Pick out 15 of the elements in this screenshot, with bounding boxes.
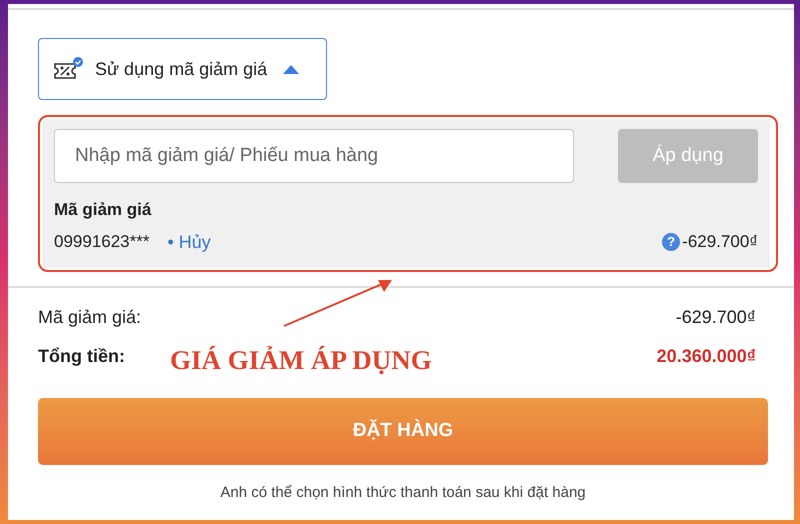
summary-label: Tổng tiền: — [38, 344, 125, 368]
summary-value: 20.360.000₫ — [656, 344, 756, 368]
discount-amount: -629.700₫ — [682, 231, 758, 254]
annotation-text: GIÁ GIẢM ÁP DỤNG — [170, 344, 432, 376]
summary-value: -629.700₫ — [676, 306, 756, 328]
toggle-label: Sử dụng mã giảm giá — [95, 58, 268, 81]
footer-note: Anh có thể chọn hình thức thanh toán sau khi đặt hàng — [219, 482, 587, 502]
order-button[interactable]: ĐẶT HÀNG — [38, 398, 768, 464]
voucher-toggle[interactable]: Sử dụng mã giảm giá — [38, 38, 327, 100]
help-icon[interactable]: ? — [662, 233, 680, 251]
voucher-code: 09991623*** — [54, 231, 150, 254]
section-title: Mã giảm giá — [54, 199, 152, 221]
cancel-link[interactable]: • Hủy — [167, 228, 211, 256]
voucher-code-field[interactable]: Nhập mã giảm giá/ Phiếu mua hàng — [54, 129, 574, 183]
summary-label: Mã giảm giá: — [38, 306, 142, 329]
